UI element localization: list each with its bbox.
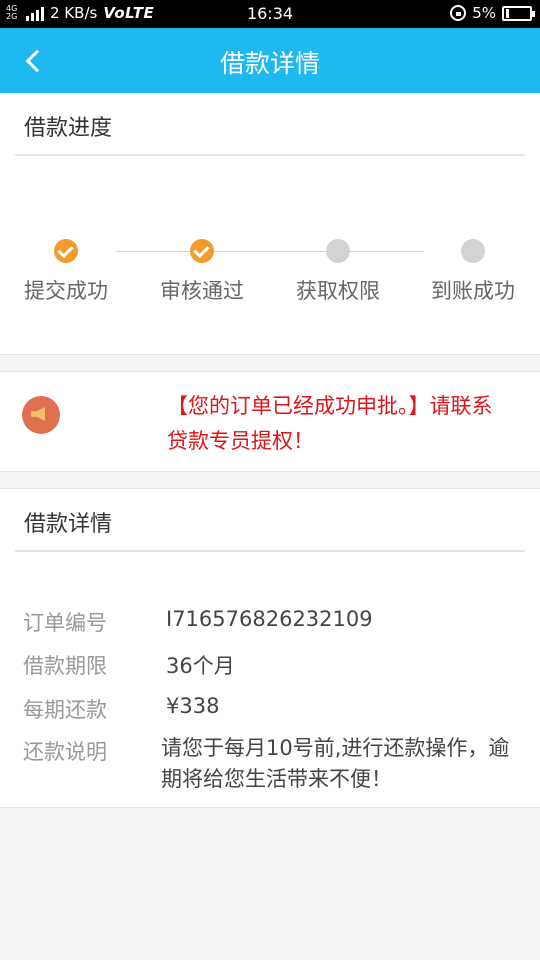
detail-key: 借款期限 (23, 654, 107, 678)
step-submitted: 提交成功 (11, 239, 121, 305)
battery-percent: 5% (472, 4, 496, 22)
detail-key: 订单编号 (23, 611, 107, 635)
step-approved: 审核通过 (147, 239, 257, 305)
progress-title: 借款进度 (24, 116, 113, 141)
progress-card: 借款进度 提交成功 审核通过 获取权限 到账成功 (0, 93, 540, 355)
app-header: 借款详情 (0, 28, 540, 93)
details-title: 借款详情 (24, 512, 113, 537)
step-label: 审核通过 (160, 279, 244, 303)
megaphone-icon (22, 396, 60, 434)
pending-dot-icon (461, 239, 485, 263)
step-label: 获取权限 (296, 279, 380, 303)
progress-steps: 提交成功 审核通过 获取权限 到账成功 (0, 239, 540, 309)
step-label: 到账成功 (431, 279, 515, 303)
progress-divider (15, 154, 525, 156)
check-icon (54, 239, 78, 263)
status-right: 5% (450, 4, 535, 22)
rotation-lock-icon (450, 5, 467, 21)
detail-value: I716576826232109 (166, 607, 373, 631)
notice-card: 【您的订单已经成功申批。】请联系贷款专员提权！ (0, 371, 540, 472)
page-title: 借款详情 (219, 49, 320, 78)
step-permission: 获取权限 (283, 239, 393, 305)
detail-value: 请您于每月10号前,进行还款操作，逾期将给您生活带来不便！ (161, 736, 510, 791)
detail-value: ¥338 (166, 694, 220, 718)
pending-dot-icon (326, 239, 350, 263)
battery-icon (502, 5, 535, 21)
detail-value: 36个月 (166, 654, 235, 678)
detail-key: 还款说明 (23, 740, 107, 764)
check-icon (190, 239, 214, 263)
status-bar: 4G 2G 2 KB/s VoLTE 16:34 5% (0, 0, 540, 28)
details-divider (15, 550, 525, 552)
notice-message: 【您的订单已经成功申批。】请联系贷款专员提权！ (167, 394, 493, 453)
detail-key: 每期还款 (23, 698, 107, 722)
details-card: 借款详情 订单编号 I716576826232109 借款期限 36个月 每期还… (0, 488, 540, 808)
step-label: 提交成功 (24, 279, 108, 303)
step-received: 到账成功 (418, 239, 528, 305)
